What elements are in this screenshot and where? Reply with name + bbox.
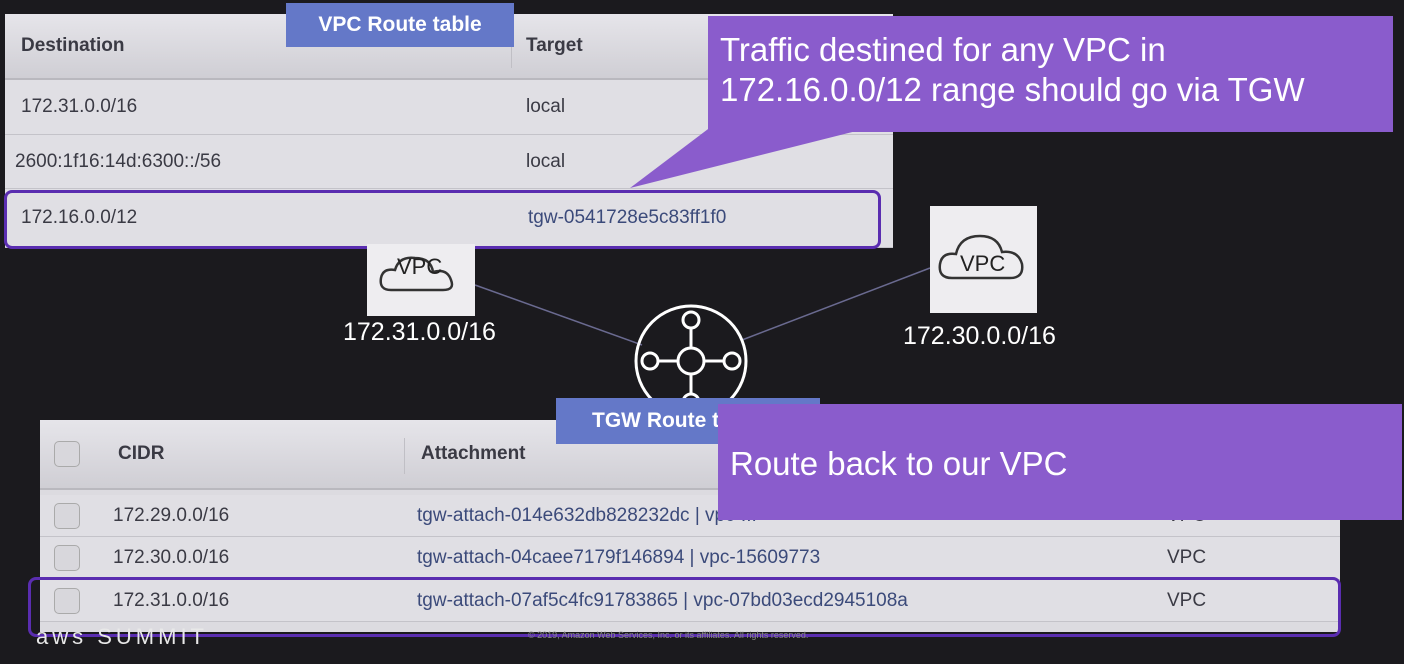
header-attachment[interactable]: Attachment (421, 443, 526, 465)
attachment-link[interactable]: tgw-attach-04caee7179f146894 | vpc-15609… (417, 547, 820, 569)
select-all-checkbox[interactable] (54, 441, 80, 467)
cidr-cell: 172.29.0.0/16 (113, 504, 230, 526)
row-checkbox[interactable] (54, 502, 80, 529)
header-cidr[interactable]: CIDR (118, 443, 164, 465)
callout-vpc-route: Traffic destined for any VPC in 172.16.0… (708, 16, 1393, 132)
aws-summit-logo: aws SUMMIT (36, 624, 208, 649)
vpc-label: VPC (397, 254, 443, 279)
copyright: © 2019, Amazon Web Services, Inc. or its… (528, 630, 809, 640)
highlight-return-route (28, 577, 1341, 637)
column-divider (404, 438, 405, 474)
vpc-label: VPC (960, 251, 1006, 276)
callout-line: Traffic destined for any VPC in (720, 31, 1166, 68)
attachment-link[interactable]: tgw-attach-014e632db828232dc | vpc-... (417, 505, 757, 527)
vpc-right-cidr: 172.30.0.0/16 (903, 322, 1056, 350)
type-cell: VPC (1167, 547, 1207, 568)
vpc-left-icon: VPC (367, 244, 475, 316)
vpc-right-icon: VPC (930, 206, 1037, 313)
callout-line: 172.16.0.0/12 range should go via TGW (720, 71, 1305, 108)
table-row[interactable]: 172.30.0.0/16 tgw-attach-04caee7179f1468… (40, 537, 1340, 580)
vpc-left-cidr: 172.31.0.0/16 (343, 318, 496, 346)
row-checkbox[interactable] (54, 545, 80, 571)
callout-tgw-route: Route back to our VPC (718, 404, 1402, 520)
callout-line: Route back to our VPC (730, 445, 1068, 482)
cidr-cell: 172.30.0.0/16 (113, 547, 230, 568)
